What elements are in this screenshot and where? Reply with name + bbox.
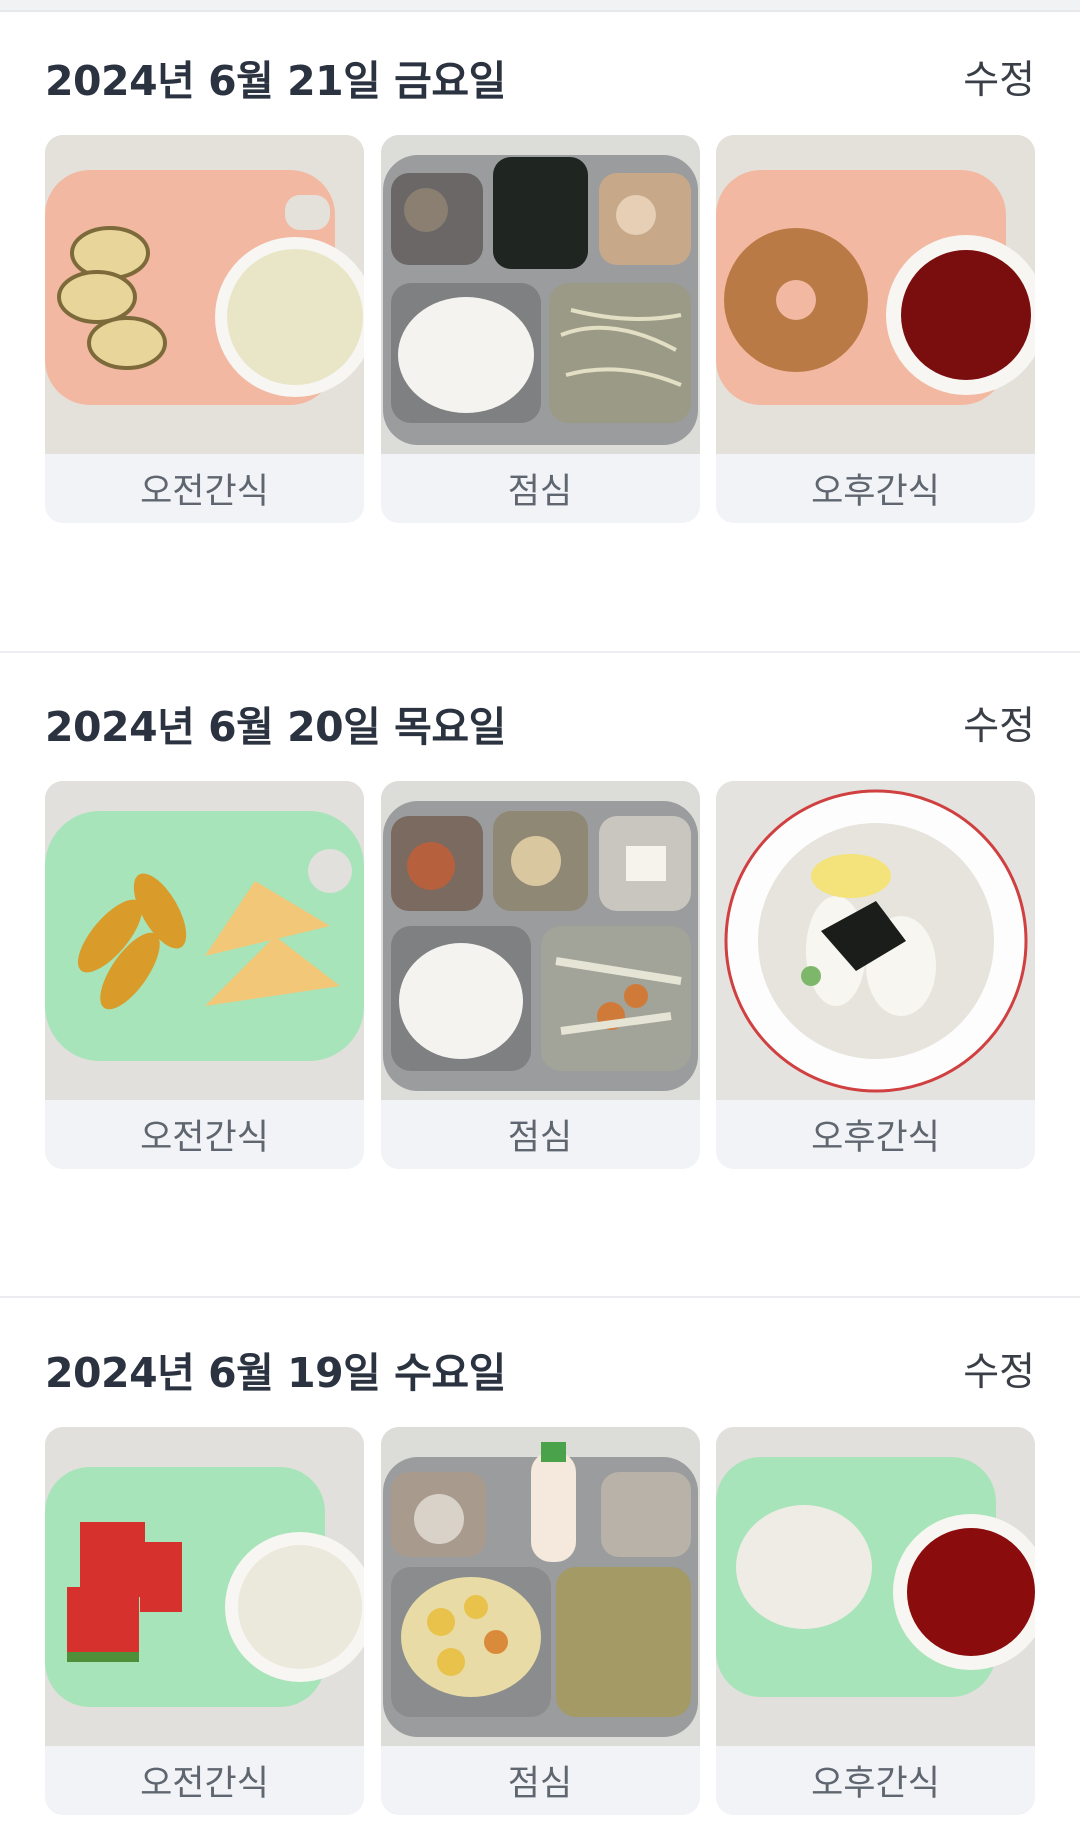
meal-card-morning-snack[interactable]: 오전간식	[45, 1427, 364, 1815]
rice-seaweed-bean-sprout-lunch-photo	[380, 135, 700, 454]
meal-card-lunch[interactable]: 점심	[380, 1427, 700, 1815]
meal-label: 오전간식	[45, 1746, 364, 1815]
edit-button[interactable]: 수정	[963, 1341, 1035, 1397]
meal-label: 오전간식	[45, 454, 364, 523]
meal-label: 점심	[380, 1746, 700, 1815]
meal-label: 점심	[380, 454, 700, 523]
meal-card-afternoon-snack[interactable]: 오후간식	[716, 1427, 1035, 1815]
banana-and-milk-photo	[45, 135, 364, 454]
section-divider	[0, 1296, 1080, 1298]
day-section-2024-06-20: 2024년 6월 20일 목요일 수정 오전간식 점심 오후간식	[0, 688, 1080, 1228]
edit-button[interactable]: 수정	[963, 49, 1035, 105]
meal-label: 점심	[380, 1100, 700, 1169]
meal-row: 오전간식 점심 오후간식	[45, 1427, 1035, 1815]
meal-row: 오전간식 점심 오후간식	[45, 135, 1035, 523]
meal-card-afternoon-snack[interactable]: 오후간식	[716, 135, 1035, 523]
day-header: 2024년 6월 21일 금요일 수정	[45, 42, 1035, 112]
peach-and-cheese-photo	[45, 781, 364, 1100]
day-title: 2024년 6월 20일 목요일	[45, 703, 506, 751]
section-divider	[0, 651, 1080, 653]
donut-and-juice-photo	[716, 135, 1035, 454]
day-header: 2024년 6월 20일 목요일 수정	[45, 688, 1035, 758]
steamed-bun-and-juice-photo	[716, 1427, 1035, 1746]
meal-row: 오전간식 점심 오후간식	[45, 781, 1035, 1169]
meal-card-afternoon-snack[interactable]: 오후간식	[716, 781, 1035, 1169]
meal-label: 오전간식	[45, 1100, 364, 1169]
meal-label: 오후간식	[716, 1746, 1035, 1815]
watermelon-and-milk-photo	[45, 1427, 364, 1746]
meal-card-morning-snack[interactable]: 오전간식	[45, 135, 364, 523]
day-title: 2024년 6월 19일 수요일	[45, 1349, 506, 1397]
meal-card-lunch[interactable]: 점심	[380, 135, 700, 523]
day-section-2024-06-19: 2024년 6월 19일 수요일 수정 오전간식 점심 오후간식	[0, 1334, 1080, 1821]
curry-rice-yogurt-lunch-photo	[380, 1427, 700, 1746]
day-section-2024-06-21: 2024년 6월 21일 금요일 수정 오전간식 점심 오후간식	[0, 42, 1080, 582]
top-divider	[0, 0, 1080, 12]
meal-label: 오후간식	[716, 454, 1035, 523]
rice-shrimp-radish-lunch-photo	[380, 781, 700, 1100]
meal-label: 오후간식	[716, 1100, 1035, 1169]
meal-card-lunch[interactable]: 점심	[380, 781, 700, 1169]
day-title: 2024년 6월 21일 금요일	[45, 57, 506, 105]
day-header: 2024년 6월 19일 수요일 수정	[45, 1334, 1035, 1404]
edit-button[interactable]: 수정	[963, 695, 1035, 751]
meal-card-morning-snack[interactable]: 오전간식	[45, 781, 364, 1169]
rice-cake-soup-photo	[716, 781, 1035, 1100]
